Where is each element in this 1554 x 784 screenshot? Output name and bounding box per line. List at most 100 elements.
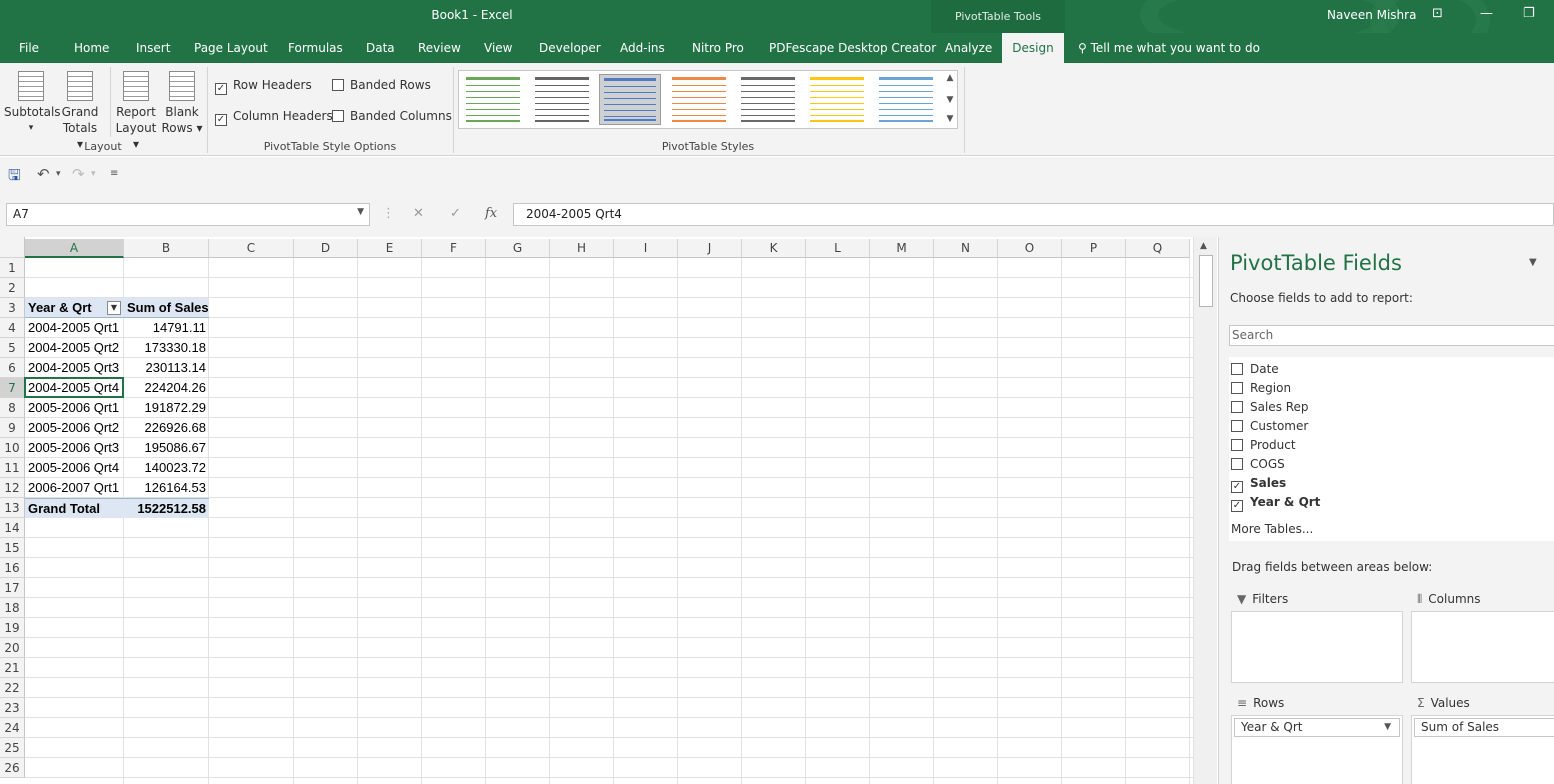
row-header[interactable]: 16 [0, 558, 25, 578]
tab-formulas[interactable]: Formulas [288, 33, 343, 63]
redo-dropdown-icon[interactable]: ▾ [91, 169, 96, 179]
pivot-value-cell[interactable]: 224204.26 [124, 378, 209, 398]
scroll-up-icon[interactable]: ▲ [1200, 241, 1207, 251]
row-header[interactable]: 15 [0, 538, 25, 558]
column-header[interactable]: C [209, 239, 294, 258]
row-header[interactable]: 4 [0, 318, 25, 338]
tab-review[interactable]: Review [418, 33, 461, 63]
field-item[interactable]: ✓ Sales [1231, 476, 1286, 493]
column-header[interactable]: L [806, 239, 870, 258]
checkbox-unchecked-icon[interactable] [1231, 363, 1243, 375]
checkbox-checked-icon[interactable]: ✓ [1231, 481, 1243, 493]
row-header[interactable]: 23 [0, 698, 25, 718]
gallery-more-icon[interactable]: ▼ [944, 114, 956, 124]
style-swatch[interactable] [531, 74, 593, 125]
column-header[interactable]: B [124, 239, 209, 258]
tab-analyze[interactable]: Analyze [945, 33, 992, 63]
column-header[interactable]: M [870, 239, 934, 258]
row-header[interactable]: 10 [0, 438, 25, 458]
field-item[interactable]: Region [1231, 381, 1291, 395]
banded-columns-checkbox[interactable]: Banded Columns [332, 109, 452, 123]
column-header[interactable]: O [998, 239, 1062, 258]
tab-developer[interactable]: Developer [539, 33, 601, 63]
chevron-down-icon[interactable]: ▼ [1384, 722, 1391, 732]
row-header[interactable]: 17 [0, 578, 25, 598]
pivot-value-cell[interactable]: 230113.14 [124, 358, 209, 378]
column-header[interactable]: D [294, 239, 358, 258]
row-header[interactable]: 14 [0, 518, 25, 538]
row-header[interactable]: 7 [0, 378, 25, 398]
tab-add-ins[interactable]: Add-ins [620, 33, 665, 63]
field-item[interactable]: Customer [1231, 419, 1308, 433]
field-item[interactable]: COGS [1231, 457, 1285, 471]
tab-file[interactable]: File [11, 33, 47, 63]
pivot-row-label[interactable]: 2006-2007 Qrt1 [25, 478, 124, 498]
checkbox-unchecked-icon[interactable] [1231, 382, 1243, 394]
pivot-value-cell[interactable]: 140023.72 [124, 458, 209, 478]
restore-icon[interactable]: ❐ [1523, 6, 1535, 21]
row-header[interactable]: 22 [0, 678, 25, 698]
row-header[interactable]: 24 [0, 718, 25, 738]
undo-icon[interactable]: ↶ [37, 165, 50, 183]
style-swatch-selected[interactable] [599, 74, 661, 125]
tab-design[interactable]: Design [1002, 33, 1064, 63]
redo-icon[interactable]: ↷ [72, 165, 85, 183]
style-swatch[interactable] [806, 74, 868, 125]
banded-rows-checkbox[interactable]: Banded Rows [332, 78, 431, 92]
column-header[interactable]: F [422, 239, 486, 258]
row-header[interactable]: 6 [0, 358, 25, 378]
tell-me-box[interactable]: ⚲ Tell me what you want to do [1078, 33, 1260, 63]
grand-total-label[interactable]: Grand Total [25, 498, 124, 518]
field-item[interactable]: ✓ Year & Qrt [1231, 495, 1320, 512]
column-header[interactable]: A [25, 239, 124, 258]
style-swatch[interactable] [737, 74, 799, 125]
tab-pdfescape[interactable]: PDFescape Desktop Creator [769, 33, 936, 63]
row-header[interactable]: 1 [0, 258, 25, 278]
column-header[interactable]: P [1062, 239, 1126, 258]
rows-field-chip[interactable]: Year & Qrt ▼ [1234, 718, 1400, 737]
save-icon[interactable]: 🖫 [8, 165, 21, 190]
row-header[interactable]: 21 [0, 658, 25, 678]
checkbox-unchecked-icon[interactable] [1231, 458, 1243, 470]
row-header[interactable]: 20 [0, 638, 25, 658]
row-header[interactable]: 11 [0, 458, 25, 478]
field-item[interactable]: Product [1231, 438, 1296, 452]
pivot-row-label[interactable]: 2005-2006 Qrt2 [25, 418, 124, 438]
enter-icon[interactable]: ✓ [450, 206, 461, 221]
gallery-up-icon[interactable]: ▲ [944, 73, 956, 83]
column-header[interactable]: G [486, 239, 550, 258]
tab-page-layout[interactable]: Page Layout [194, 33, 268, 63]
row-headers-checkbox[interactable]: ✓ Row Headers [215, 78, 312, 95]
filter-dropdown-icon[interactable]: ▼ [107, 301, 121, 315]
pane-options-icon[interactable]: ▼ [1529, 257, 1537, 268]
values-field-chip[interactable]: Sum of Sales [1414, 718, 1554, 737]
pivot-value-cell[interactable]: 195086.67 [124, 438, 209, 458]
formula-input[interactable]: 2004-2005 Qrt4 [513, 203, 1554, 226]
cancel-icon[interactable]: ✕ [413, 206, 424, 221]
pivot-row-label[interactable]: 2005-2006 Qrt4 [25, 458, 124, 478]
vertical-scrollbar[interactable]: ▲ [1193, 237, 1217, 784]
row-header[interactable]: 12 [0, 478, 25, 498]
rows-drop-area[interactable]: Year & Qrt ▼ [1231, 715, 1403, 784]
blank-rows-button[interactable]: Blank Rows ▾ [161, 71, 203, 136]
field-item[interactable]: Sales Rep [1231, 400, 1309, 414]
style-swatch[interactable] [875, 74, 937, 125]
ribbon-display-icon[interactable]: ⊡ [1432, 6, 1443, 21]
pivot-row-label[interactable]: 2004-2005 Qrt2 [25, 338, 124, 358]
customize-qat-icon[interactable]: ≡ [110, 168, 118, 179]
select-all-corner[interactable] [0, 237, 25, 258]
columns-drop-area[interactable] [1411, 611, 1554, 683]
pivot-value-cell[interactable]: 226926.68 [124, 418, 209, 438]
style-swatch[interactable] [668, 74, 730, 125]
tab-insert[interactable]: Insert [136, 33, 170, 63]
tab-data[interactable]: Data [366, 33, 395, 63]
values-drop-area[interactable]: Sum of Sales [1411, 715, 1554, 784]
subtotals-button[interactable]: Subtotals ▾ [4, 71, 61, 136]
pivot-row-label[interactable]: 2005-2006 Qrt3 [25, 438, 124, 458]
minimize-icon[interactable]: — [1480, 6, 1493, 21]
pivot-value-header[interactable]: Sum of Sales [124, 298, 209, 318]
pivot-row-label[interactable]: 2004-2005 Qrt3 [25, 358, 124, 378]
pivot-value-cell[interactable]: 191872.29 [124, 398, 209, 418]
insert-function-icon[interactable]: fx [485, 206, 497, 221]
row-header[interactable]: 5 [0, 338, 25, 358]
